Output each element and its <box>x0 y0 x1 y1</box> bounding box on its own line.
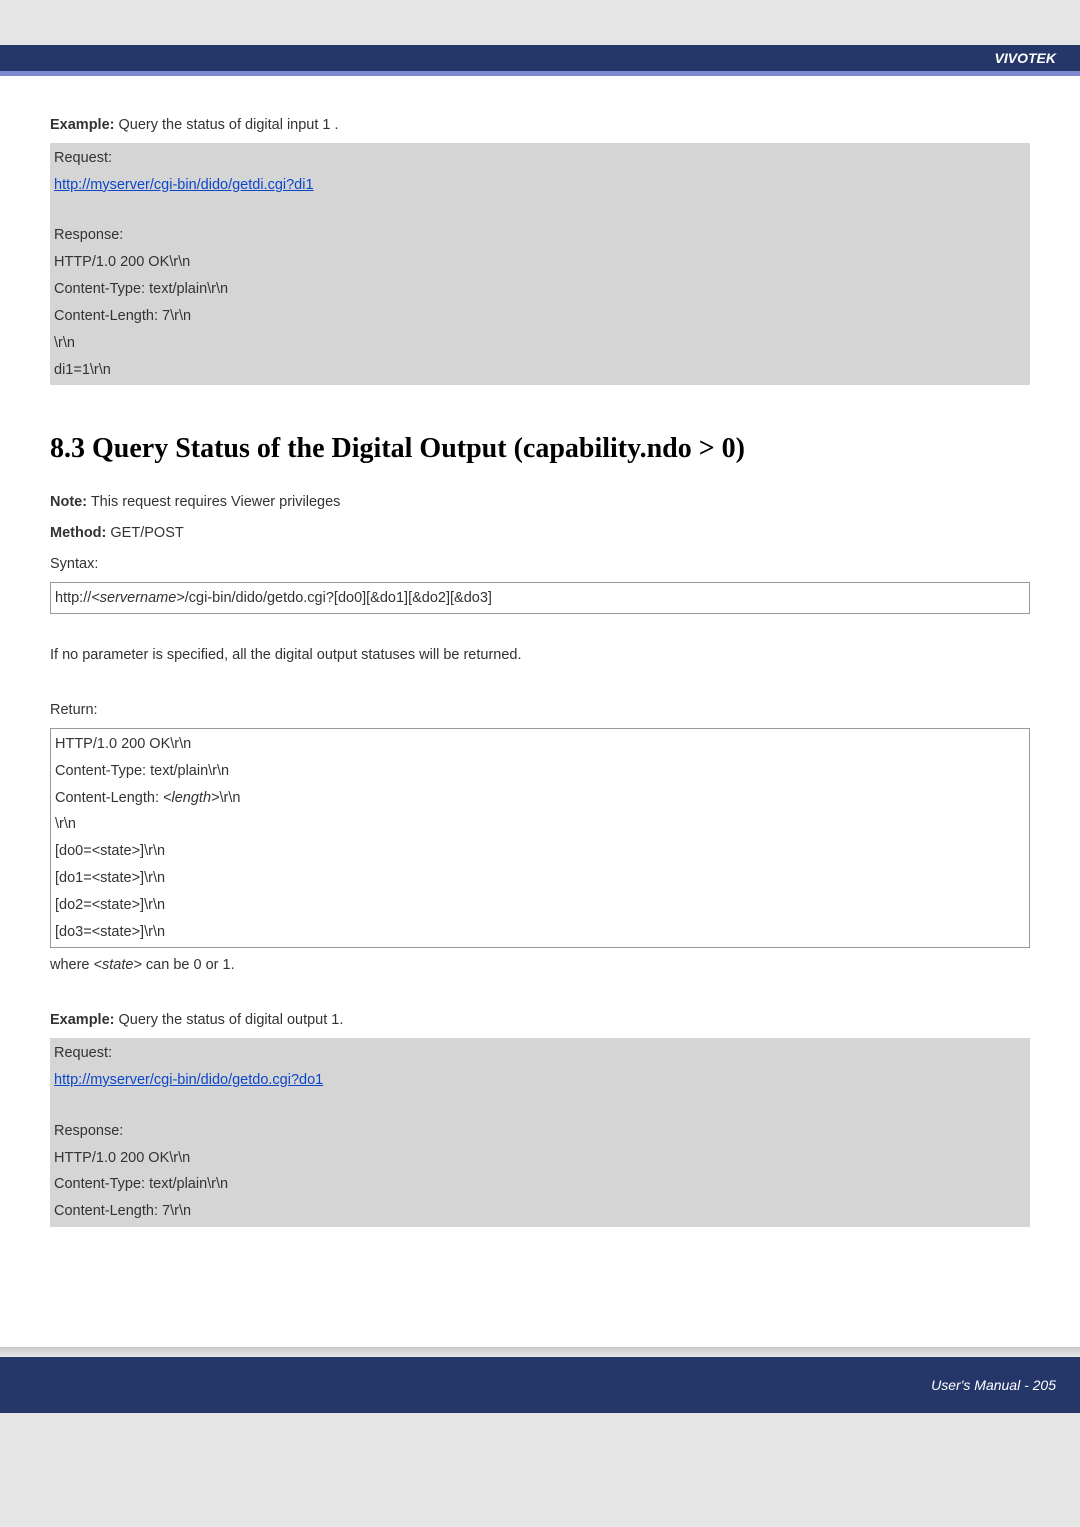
footer-bar: User's Manual - 205 <box>0 1357 1080 1413</box>
example-2-heading: Example: Query the status of digital out… <box>50 1007 1030 1034</box>
note-line: Note: This request requires Viewer privi… <box>50 489 1030 516</box>
request-label: Request: <box>54 145 1026 172</box>
syntax-post: /cgi-bin/dido/getdo.cgi?[do0][&do1][&do2… <box>185 590 492 606</box>
return-label: Return: <box>50 697 1030 724</box>
syntax-box: http://<servername>/cgi-bin/dido/getdo.c… <box>50 582 1030 615</box>
return-line: Content-Type: text/plain\r\n <box>55 758 1025 785</box>
response-line: \r\n <box>54 330 1026 357</box>
return-line: HTTP/1.0 200 OK\r\n <box>55 731 1025 758</box>
brand-label: VIVOTEK <box>995 50 1056 66</box>
example-1-heading: Example: Query the status of digital inp… <box>50 112 1030 139</box>
example-text: Query the status of digital input 1 . <box>114 117 338 133</box>
note-label: Note: <box>50 494 87 510</box>
return-line: [do0=<state>]\r\n <box>55 838 1025 865</box>
header-top-gap <box>0 0 1080 45</box>
response-line: Content-Type: text/plain\r\n <box>54 1171 1026 1198</box>
response-line: Content-Length: 7\r\n <box>54 303 1026 330</box>
return-box: HTTP/1.0 200 OK\r\n Content-Type: text/p… <box>50 728 1030 949</box>
syntax-label: Syntax: <box>50 551 1030 578</box>
request-url-link[interactable]: http://myserver/cgi-bin/dido/getdo.cgi?d… <box>54 1072 323 1088</box>
syntax-servername: <servername> <box>91 590 185 606</box>
footer-shadow <box>0 1347 1080 1357</box>
request-url-link[interactable]: http://myserver/cgi-bin/dido/getdi.cgi?d… <box>54 177 314 193</box>
method-text: GET/POST <box>106 525 183 541</box>
footer-text: User's Manual - 205 <box>931 1377 1056 1393</box>
method-label: Method: <box>50 525 106 541</box>
return-line: [do1=<state>]\r\n <box>55 865 1025 892</box>
response-line: Content-Type: text/plain\r\n <box>54 276 1026 303</box>
header-brand-bar: VIVOTEK <box>0 45 1080 71</box>
example-text: Query the status of digital output 1. <box>114 1012 343 1028</box>
return-line: [do3=<state>]\r\n <box>55 919 1025 946</box>
example-label: Example: <box>50 1012 114 1028</box>
response-label: Response: <box>54 1118 1026 1145</box>
method-line: Method: GET/POST <box>50 520 1030 547</box>
response-line: Content-Length: 7\r\n <box>54 1198 1026 1225</box>
response-line: HTTP/1.0 200 OK\r\n <box>54 1145 1026 1172</box>
example-1-block: Request: http://myserver/cgi-bin/dido/ge… <box>50 143 1030 386</box>
return-line: \r\n <box>55 811 1025 838</box>
where-line: where <state> can be 0 or 1. <box>50 952 1030 979</box>
no-parameter-text: If no parameter is specified, all the di… <box>50 642 1030 669</box>
syntax-pre: http:// <box>55 590 91 606</box>
return-line: Content-Length: <length>\r\n <box>55 785 1025 812</box>
response-line: HTTP/1.0 200 OK\r\n <box>54 249 1026 276</box>
response-label: Response: <box>54 222 1026 249</box>
note-text: This request requires Viewer privileges <box>87 494 340 510</box>
example-2-block: Request: http://myserver/cgi-bin/dido/ge… <box>50 1038 1030 1227</box>
content-body: Example: Query the status of digital inp… <box>0 76 1080 1247</box>
document-page: VIVOTEK Example: Query the status of dig… <box>0 0 1080 1413</box>
section-title: 8.3 Query Status of the Digital Output (… <box>50 423 1030 475</box>
return-line: [do2=<state>]\r\n <box>55 892 1025 919</box>
example-label: Example: <box>50 117 114 133</box>
request-label: Request: <box>54 1040 1026 1067</box>
response-line: di1=1\r\n <box>54 357 1026 384</box>
